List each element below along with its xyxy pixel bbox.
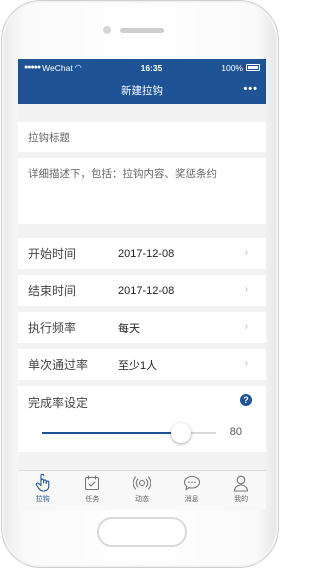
end-time-label: 结束时间: [28, 284, 77, 298]
slider-fill: [42, 432, 181, 434]
chevron-right-icon: ›: [244, 321, 248, 332]
status-bar: ●●●●● WeChat ◠ 16:35 100%: [18, 59, 266, 76]
battery-percent: 100%: [221, 62, 243, 73]
pass-rate-label: 单次通过率: [28, 358, 89, 372]
tab-tasks[interactable]: 任务: [68, 471, 118, 510]
description-field[interactable]: 详细描述下，包括：拉钩内容、奖惩条约: [18, 158, 266, 224]
frequency-label: 执行频率: [28, 321, 77, 335]
end-time-row[interactable]: 结束时间 2017-12-08 ›: [18, 275, 266, 306]
description-placeholder: 详细描述下，包括：拉钩内容、奖惩条约: [28, 168, 217, 180]
completion-rate-label: 完成率设定: [28, 396, 89, 410]
broadcast-icon: [132, 474, 151, 492]
tab-label: 我的: [234, 496, 249, 503]
status-left: ●●●●● WeChat ◠: [24, 63, 82, 73]
settings-list: 开始时间 2017-12-08 › 结束时间 2017-12-08 › 执行频率…: [18, 238, 266, 380]
battery-icon: [246, 64, 260, 71]
earpiece-speaker: [120, 28, 164, 33]
front-camera: [103, 26, 111, 34]
tab-label: 任务: [85, 496, 100, 503]
help-icon[interactable]: ?: [240, 394, 252, 406]
phone-frame: ●●●●● WeChat ◠ 16:35 100% 新建拉钩 ••• 拉钩标题 …: [1, 0, 279, 568]
status-time: 16:35: [140, 62, 163, 73]
title-field[interactable]: 拉钩标题: [18, 122, 266, 152]
tab-lagou[interactable]: 拉钩: [18, 471, 68, 510]
chevron-right-icon: ›: [244, 284, 248, 295]
completion-rate-value: 80: [229, 426, 242, 438]
nav-bar: 新建拉钩 •••: [18, 76, 266, 104]
wifi-icon: ◠: [74, 63, 82, 72]
signal-icon: ●●●●●: [24, 64, 41, 71]
hand-pointer-icon: [34, 474, 52, 492]
tab-label: 消息: [184, 496, 199, 503]
frequency-value: 每天: [118, 322, 140, 335]
person-icon: [232, 474, 250, 492]
tab-label: 动态: [134, 496, 149, 503]
completion-rate-slider[interactable]: [42, 423, 216, 443]
completion-rate-section: 完成率设定 ? 80: [18, 386, 266, 452]
status-right: 100%: [221, 63, 260, 73]
slider-thumb[interactable]: [171, 423, 191, 443]
chevron-right-icon: ›: [244, 247, 248, 258]
tab-label: 拉钩: [35, 496, 50, 503]
title-placeholder: 拉钩标题: [28, 131, 70, 144]
carrier-name: WeChat: [42, 62, 73, 73]
tab-feed[interactable]: 动态: [117, 471, 167, 510]
pass-rate-row[interactable]: 单次通过率 至少1人 ›: [18, 349, 266, 380]
tab-messages[interactable]: 消息: [167, 471, 217, 510]
pass-rate-value: 至少1人: [118, 359, 158, 372]
tab-bar: 拉钩 任务 动态 消息 我的: [18, 470, 266, 510]
start-time-label: 开始时间: [28, 247, 77, 261]
app-screen: ●●●●● WeChat ◠ 16:35 100% 新建拉钩 ••• 拉钩标题 …: [18, 59, 266, 510]
calendar-check-icon: [83, 474, 101, 492]
more-menu-icon[interactable]: •••: [243, 83, 258, 95]
chat-bubble-icon: [183, 474, 201, 492]
frequency-row[interactable]: 执行频率 每天 ›: [18, 312, 266, 343]
end-time-value: 2017-12-08: [118, 284, 175, 297]
home-button[interactable]: [97, 517, 187, 547]
start-time-row[interactable]: 开始时间 2017-12-08 ›: [18, 238, 266, 269]
page-title: 新建拉钩: [121, 84, 163, 97]
start-time-value: 2017-12-08: [118, 247, 175, 260]
chevron-right-icon: ›: [244, 358, 248, 369]
tab-me[interactable]: 我的: [216, 471, 266, 510]
